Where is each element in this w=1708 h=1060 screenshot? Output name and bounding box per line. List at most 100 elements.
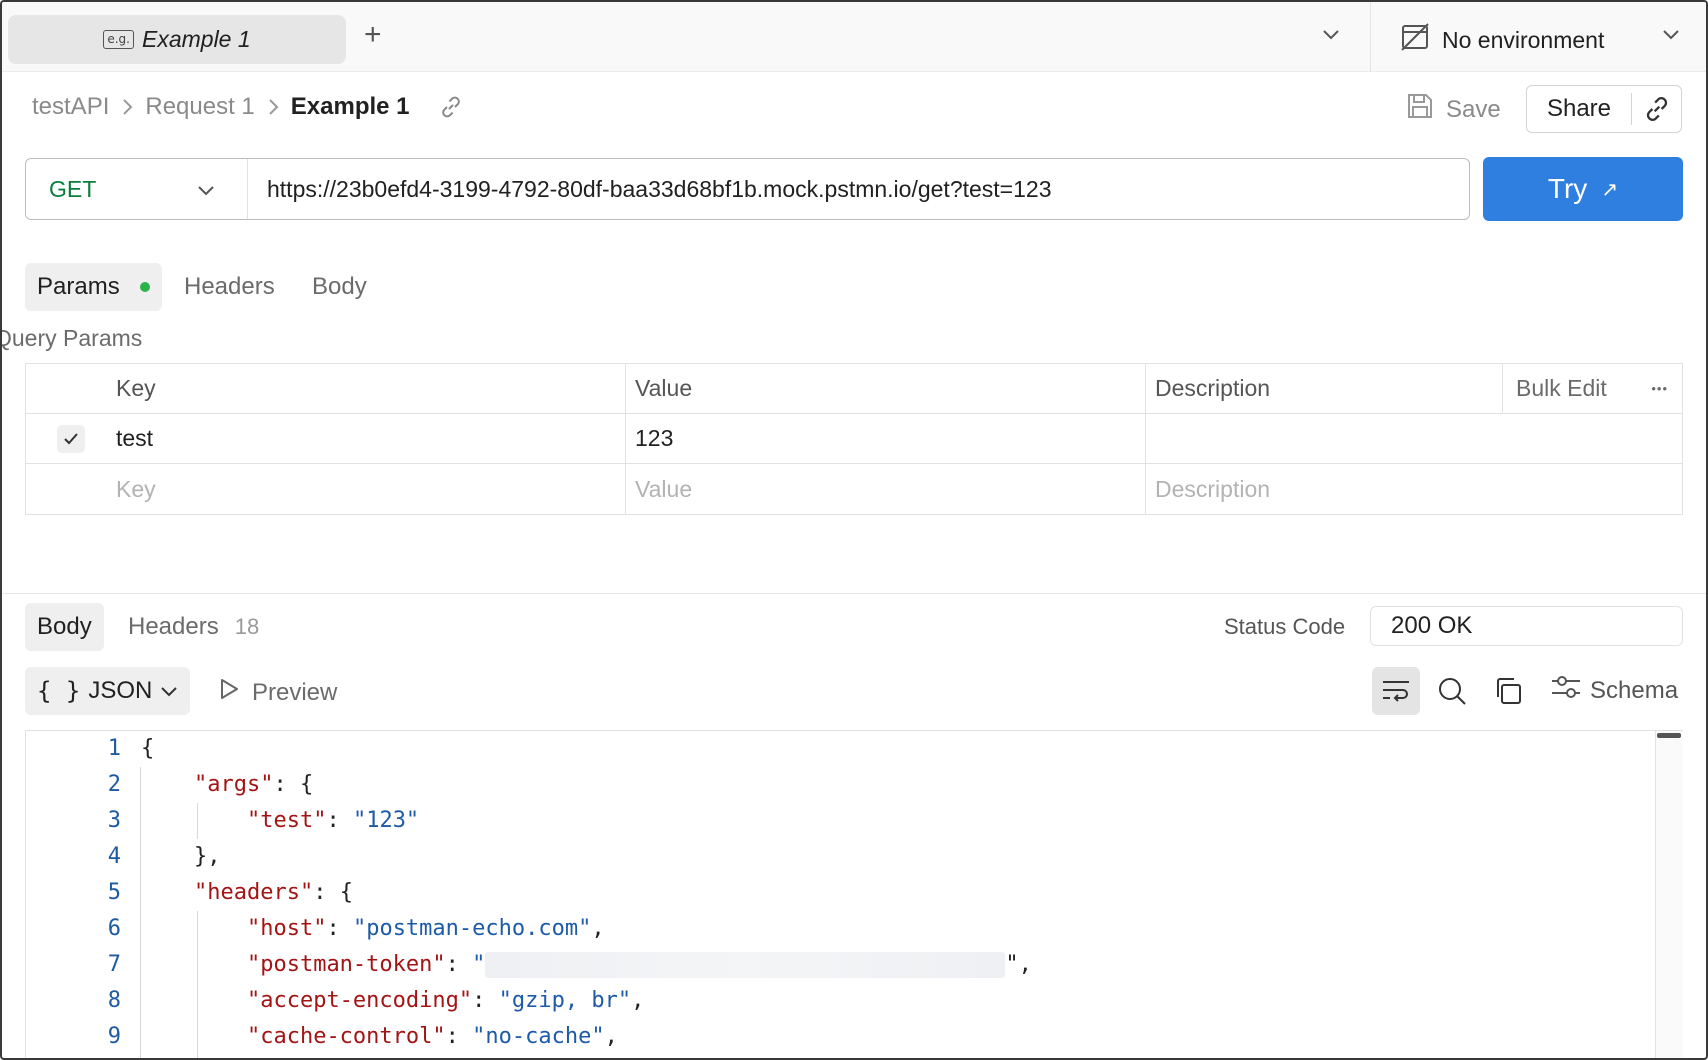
- table-row-new: Key Value Description: [26, 464, 1682, 514]
- play-icon: [218, 677, 240, 708]
- redacted-token: [485, 952, 1006, 978]
- copy-link-icon[interactable]: [1632, 94, 1681, 124]
- code-line: },: [193, 844, 221, 869]
- header-key-cell: Key: [26, 364, 626, 413]
- url-bar: GET https://23b0efd4-3199-4792-80df-baa3…: [25, 158, 1470, 220]
- try-button[interactable]: Try ↗: [1483, 157, 1683, 221]
- line-number: 2: [107, 772, 121, 797]
- chevron-down-icon[interactable]: [1662, 28, 1680, 46]
- new-param-key-input[interactable]: Key: [116, 476, 156, 503]
- search-icon[interactable]: [1428, 667, 1476, 715]
- wrap-lines-icon[interactable]: [1372, 667, 1420, 715]
- share-button-group: Share: [1526, 85, 1682, 133]
- line-number: 8: [107, 988, 121, 1013]
- preview-button[interactable]: Preview: [218, 677, 337, 708]
- tab-headers[interactable]: Headers: [184, 263, 275, 311]
- save-icon: [1406, 92, 1434, 127]
- code-line: "headers": {: [193, 880, 353, 905]
- table-header-row: Key Value Description Bulk Edit •••: [26, 364, 1682, 414]
- code-line: "args": {: [193, 772, 314, 797]
- tab-example-1[interactable]: e.g. Example 1: [8, 15, 346, 64]
- scrollbar-thumb[interactable]: [1657, 733, 1681, 738]
- code-line: "postman-token": " ",: [246, 952, 1032, 978]
- breadcrumb-current: Example 1: [290, 93, 410, 120]
- new-param-value-input[interactable]: Value: [626, 464, 1146, 514]
- code-content: { "args": { "test": "123" }, "headers": …: [141, 731, 1032, 1055]
- line-number: 4: [107, 844, 121, 869]
- code-line: {: [141, 736, 155, 761]
- code-line: "host": "postman-echo.com",: [246, 916, 605, 941]
- format-label: JSON: [88, 677, 153, 704]
- tab-label: Example 1: [141, 26, 251, 52]
- line-number: 5: [107, 880, 121, 905]
- more-options-icon[interactable]: •••: [1651, 381, 1668, 396]
- postman-window: e.g. Example 1 + No environment testAPI …: [0, 0, 1708, 1060]
- new-param-description-input[interactable]: Description: [1146, 464, 1682, 514]
- new-key-cell: Key: [26, 464, 626, 514]
- schema-button[interactable]: Schema: [1550, 674, 1678, 707]
- param-key[interactable]: test: [116, 425, 153, 452]
- preview-label: Preview: [252, 678, 338, 706]
- param-enabled-checkbox[interactable]: [57, 424, 85, 453]
- chevron-right-icon: [121, 98, 133, 116]
- braces-icon: { }: [37, 677, 81, 705]
- divider: [1370, 2, 1371, 72]
- code-line: "accept-encoding": "gzip, br",: [246, 988, 645, 1013]
- tab-params-label: Params: [37, 273, 120, 300]
- tab-response-headers[interactable]: Headers 18: [128, 603, 259, 651]
- line-number: 1: [107, 736, 121, 761]
- breadcrumb-request[interactable]: Request 1: [145, 93, 254, 121]
- example-icon: e.g.: [103, 30, 134, 49]
- status-code-input[interactable]: 200 OK: [1370, 606, 1683, 646]
- chevron-down-icon[interactable]: [1322, 28, 1340, 46]
- tab-params[interactable]: Params: [25, 263, 162, 311]
- chevron-down-icon: [160, 677, 178, 705]
- param-key-cell: test: [26, 414, 626, 463]
- vertical-scrollbar[interactable]: [1655, 731, 1683, 1058]
- section-divider[interactable]: [2, 593, 1706, 594]
- line-number: 6: [107, 916, 121, 941]
- column-header-key: Key: [116, 375, 156, 401]
- arrow-up-right-icon: ↗: [1601, 178, 1619, 201]
- line-number: 3: [107, 808, 121, 833]
- bulk-edit-cell: Bulk Edit •••: [1503, 364, 1682, 413]
- params-table: Key Value Description Bulk Edit ••• test…: [25, 363, 1683, 515]
- copy-icon[interactable]: [1484, 667, 1532, 715]
- line-number-gutter: 1 2 3 4 5 6 7 8 9: [26, 731, 121, 1055]
- status-code-label: Status Code: [1224, 614, 1346, 639]
- response-body-editor[interactable]: 1 2 3 4 5 6 7 8 9 { "args": { "test": "1…: [25, 730, 1683, 1058]
- method-select[interactable]: GET: [26, 159, 248, 219]
- param-description[interactable]: [1146, 414, 1682, 463]
- link-icon[interactable]: [438, 94, 464, 120]
- method-label: GET: [49, 175, 97, 202]
- code-line: "test": "123": [246, 808, 420, 833]
- tab-bar: e.g. Example 1 + No environment: [2, 2, 1706, 72]
- tab-response-body[interactable]: Body: [25, 603, 104, 651]
- sliders-icon: [1550, 674, 1582, 707]
- chevron-down-icon: [197, 176, 215, 203]
- environment-selector[interactable]: No environment: [1400, 22, 1604, 58]
- params-active-dot: [139, 282, 150, 292]
- column-header-description: Description: [1146, 364, 1503, 413]
- format-select[interactable]: { } JSON: [25, 667, 190, 715]
- headers-count: 18: [234, 614, 260, 639]
- param-value[interactable]: 123: [626, 414, 1146, 463]
- bulk-edit-button[interactable]: Bulk Edit: [1516, 375, 1607, 402]
- new-tab-button[interactable]: +: [364, 20, 382, 50]
- table-row: test 123: [26, 414, 1682, 464]
- try-label: Try: [1547, 173, 1588, 204]
- query-params-title: Query Params: [0, 325, 143, 351]
- tab-body[interactable]: Body: [312, 263, 367, 311]
- code-line: "cache-control": "no-cache",: [246, 1024, 618, 1049]
- breadcrumb: testAPI Request 1 Example 1: [32, 93, 464, 121]
- save-button[interactable]: Save: [1406, 92, 1501, 127]
- breadcrumb-collection[interactable]: testAPI: [32, 93, 109, 121]
- url-input[interactable]: https://23b0efd4-3199-4792-80df-baa33d68…: [248, 176, 1051, 203]
- schema-label: Schema: [1590, 676, 1679, 704]
- chevron-right-icon: [267, 98, 279, 116]
- column-header-value: Value: [626, 364, 1146, 413]
- line-number: 9: [107, 1024, 121, 1049]
- tab-response-headers-label: Headers: [128, 613, 219, 640]
- share-button[interactable]: Share: [1527, 95, 1631, 123]
- environment-label: No environment: [1442, 26, 1605, 53]
